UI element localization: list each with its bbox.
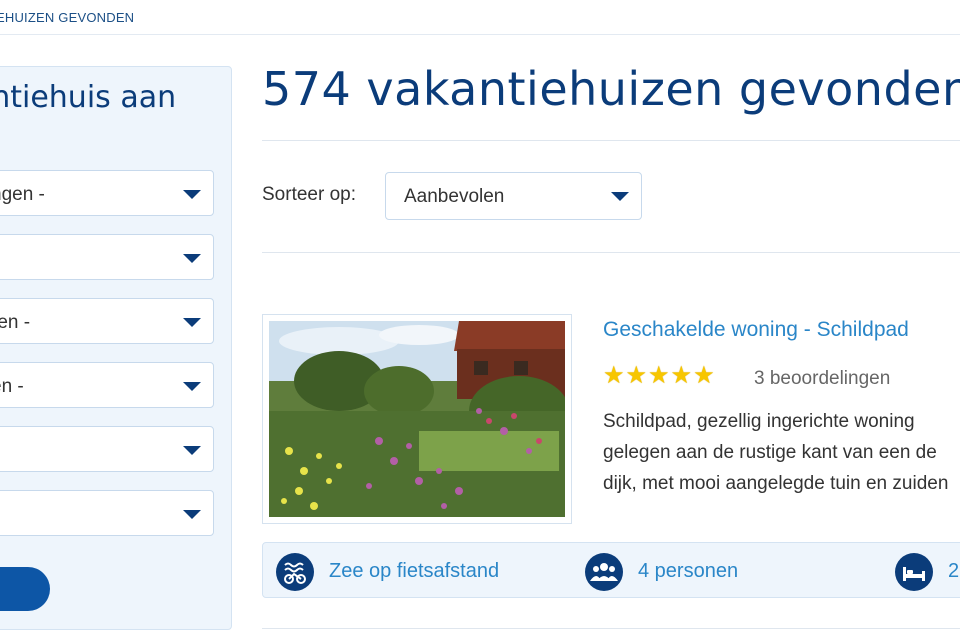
star-icon: ★ (693, 362, 715, 389)
star-icon: ★ (603, 362, 625, 389)
review-count[interactable]: 3 beoordelingen (754, 368, 890, 390)
feature-label: 2 (948, 560, 960, 582)
feature-label: Zee op fietsafstand (329, 560, 500, 582)
divider (262, 140, 960, 141)
filter-select-1[interactable]: ngen - (0, 170, 214, 216)
breadcrumb: EHUIZEN GEVONDEN (0, 0, 960, 35)
listing-title-link[interactable]: Geschakelde woning - Schildpad (603, 318, 909, 342)
chevron-down-icon (611, 192, 629, 201)
chevron-down-icon (183, 318, 201, 327)
filter-select-value: ngen - (0, 184, 45, 205)
search-panel (0, 66, 232, 630)
filter-select-3[interactable]: ren - (0, 298, 214, 344)
chevron-down-icon (183, 382, 201, 391)
chevron-down-icon (183, 190, 201, 199)
listing-description: Schildpad, gezellig ingerichte woning ge… (603, 411, 949, 494)
filter-select-4[interactable]: en - (0, 362, 214, 408)
features-bar: Zee op fietsafstand 4 personen 2 (262, 542, 960, 598)
chevron-down-icon (183, 446, 201, 455)
breadcrumb-current: EHUIZEN GEVONDEN (0, 10, 135, 25)
listing-photo[interactable] (262, 314, 572, 524)
bed-icon (895, 553, 933, 591)
filter-select-value: ren - (0, 312, 31, 333)
filter-select-2[interactable] (0, 234, 214, 280)
search-button[interactable] (0, 567, 50, 611)
star-icon: ★ (648, 362, 670, 389)
chevron-down-icon (183, 510, 201, 519)
filter-select-5[interactable] (0, 426, 214, 472)
star-icon: ★ (670, 362, 693, 389)
results-heading: 574 vakantiehuizen gevonden (262, 62, 960, 116)
divider (262, 252, 960, 253)
star-icon: ★ (625, 362, 648, 389)
filter-select-6[interactable] (0, 490, 214, 536)
people-icon (585, 553, 623, 591)
sort-select-value: Aanbevolen (404, 186, 505, 207)
bike-waves-icon (276, 553, 314, 591)
chevron-down-icon (183, 254, 201, 263)
listing-photo-image (269, 321, 565, 517)
sort-label: Sorteer op: (262, 184, 356, 205)
divider (262, 628, 960, 629)
filter-select-value: en - (0, 376, 24, 397)
search-panel-title: kantiehuis aan (0, 80, 177, 115)
sort-select[interactable]: Aanbevolen (385, 172, 642, 220)
feature-label: 4 personen (638, 560, 739, 582)
rating-stars: ★★★★★ (603, 364, 716, 388)
